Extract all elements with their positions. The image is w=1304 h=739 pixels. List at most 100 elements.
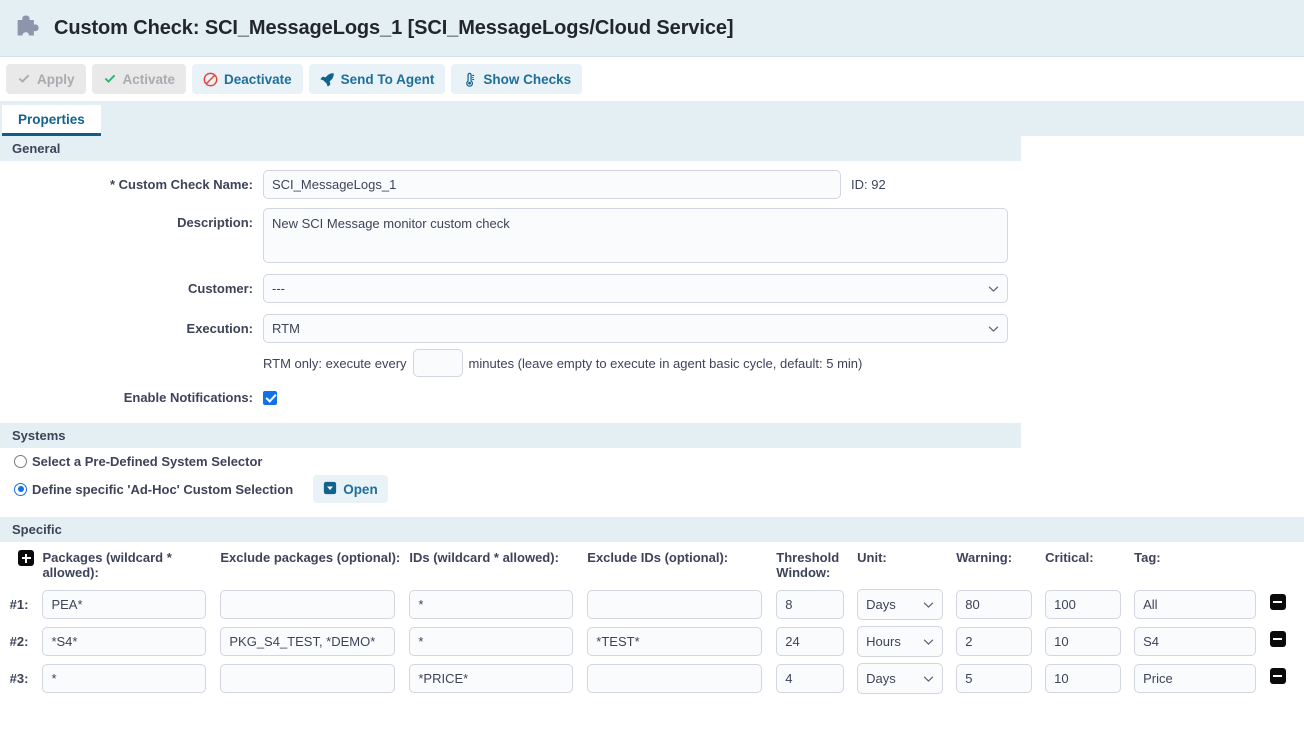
apply-button[interactable]: Apply (6, 64, 86, 94)
exclude-ids-input[interactable] (587, 627, 763, 656)
activate-button[interactable]: Activate (91, 64, 187, 94)
customer-label: Customer: (187, 281, 253, 296)
apply-button-label: Apply (37, 71, 75, 87)
exclude-ids-input[interactable] (587, 590, 763, 619)
show-checks-button-label: Show Checks (483, 71, 572, 87)
send-to-agent-button-label: Send To Agent (340, 71, 435, 87)
rocket-icon (320, 72, 335, 87)
unit-select[interactable]: Days (857, 663, 944, 694)
row-predefined-selector: Select a Pre-Defined System Selector (0, 448, 1304, 471)
activate-button-label: Activate (122, 71, 176, 87)
custom-check-name-label: * Custom Check Name: (109, 177, 253, 192)
execution-select-wrapper: RTM (263, 314, 1008, 343)
rtm-interval-row: RTM only: execute every minutes (leave e… (263, 343, 1008, 377)
column-header-remove (1270, 542, 1304, 586)
column-header-ids: IDs (wildcard * allowed): (409, 550, 559, 565)
content-area: General * Custom Check Name: ID: 92 Desc… (0, 136, 1304, 697)
tag-input[interactable] (1134, 590, 1257, 619)
exclude-packages-input[interactable] (220, 627, 396, 656)
section-header-specific: Specific (0, 517, 1304, 542)
ids-input[interactable] (409, 627, 574, 656)
unit-select-wrapper: Days (857, 589, 944, 620)
execution-label: Execution: (186, 321, 253, 336)
show-checks-button[interactable]: Show Checks (451, 64, 583, 94)
packages-input[interactable] (42, 627, 207, 656)
critical-input[interactable] (1045, 590, 1122, 619)
predefined-selector-label[interactable]: Select a Pre-Defined System Selector (32, 454, 263, 469)
ids-input[interactable] (409, 664, 574, 693)
send-to-agent-button[interactable]: Send To Agent (308, 64, 446, 94)
exclude-ids-input[interactable] (587, 664, 763, 693)
open-selection-button-label: Open (343, 481, 378, 497)
table-row: #2: Hours (0, 623, 1304, 660)
custom-check-name-input[interactable] (263, 170, 841, 199)
page-title: Custom Check: SCI_MessageLogs_1 [SCI_Mes… (54, 16, 734, 39)
remove-row-button[interactable] (1269, 594, 1286, 610)
row-custom-check-name: * Custom Check Name: ID: 92 (0, 161, 1304, 203)
deactivate-button[interactable]: Deactivate (192, 64, 303, 94)
exclude-packages-input[interactable] (220, 664, 396, 693)
page-header: Custom Check: SCI_MessageLogs_1 [SCI_Mes… (0, 0, 1304, 57)
column-header-critical: Critical: (1045, 550, 1094, 565)
tab-properties-label: Properties (18, 111, 85, 127)
minus-square-icon (1270, 631, 1286, 647)
specific-table: Packages (wildcard * allowed): Exclude p… (0, 542, 1304, 697)
add-row-button[interactable] (18, 550, 34, 566)
packages-input[interactable] (42, 590, 207, 619)
unit-select[interactable]: Hours (857, 626, 944, 657)
remove-row-button[interactable] (1269, 631, 1286, 647)
enable-notifications-checkbox[interactable] (263, 390, 277, 405)
table-row: #3: Days (0, 660, 1304, 697)
customer-select-wrapper: --- (263, 274, 1008, 303)
unit-select[interactable]: Days (857, 589, 944, 620)
toolbar: Apply Activate Deactivate Send To Agent (0, 57, 1304, 101)
execution-select[interactable]: RTM (263, 314, 1008, 343)
column-header-tag: Tag: (1134, 550, 1161, 565)
description-label: Description: (177, 215, 253, 230)
column-header-exclude-packages: Exclude packages (optional): (220, 550, 401, 565)
row-adhoc-selection: Define specific 'Ad-Hoc' Custom Selectio… (0, 471, 1304, 505)
packages-input[interactable] (42, 664, 207, 693)
row-index-label: #1: (9, 597, 29, 612)
critical-input[interactable] (1045, 627, 1122, 656)
row-execution: Execution: RTM RTM only: execute every m… (0, 307, 1304, 381)
description-textarea[interactable]: New SCI Message monitor custom check (263, 208, 1008, 263)
predefined-selector-radio[interactable] (14, 455, 27, 468)
column-header-threshold-window: Threshold Window: (776, 550, 840, 580)
row-index-label: #2: (9, 634, 29, 649)
enable-notifications-label: Enable Notifications: (123, 390, 253, 405)
warning-input[interactable] (956, 590, 1033, 619)
tag-input[interactable] (1134, 627, 1257, 656)
tab-properties[interactable]: Properties (2, 105, 101, 136)
table-header-row: Packages (wildcard * allowed): Exclude p… (0, 542, 1304, 586)
adhoc-selection-radio[interactable] (14, 482, 27, 496)
rtm-minutes-input[interactable] (412, 349, 463, 377)
deactivate-button-label: Deactivate (224, 71, 292, 87)
exclude-packages-input[interactable] (220, 590, 396, 619)
puzzle-piece-icon (12, 11, 46, 45)
unit-select-wrapper: Hours (857, 626, 944, 657)
section-header-general: General (0, 136, 1021, 161)
ids-input[interactable] (409, 590, 574, 619)
warning-input[interactable] (956, 664, 1033, 693)
remove-row-button[interactable] (1269, 668, 1286, 684)
column-header-unit: Unit: (857, 550, 887, 565)
thermometer-icon (462, 72, 477, 87)
open-selection-button[interactable]: Open (313, 475, 388, 503)
column-header-packages: Packages (wildcard * allowed): (42, 550, 172, 580)
plus-square-icon (18, 550, 34, 566)
adhoc-selection-label[interactable]: Define specific 'Ad-Hoc' Custom Selectio… (32, 482, 293, 497)
row-enable-notifications: Enable Notifications: (0, 381, 1304, 409)
dropdown-box-icon (323, 481, 337, 498)
threshold-window-input[interactable] (776, 627, 845, 656)
column-header-exclude-ids: Exclude IDs (optional): (587, 550, 729, 565)
customer-select[interactable]: --- (263, 274, 1008, 303)
threshold-window-input[interactable] (776, 590, 845, 619)
tag-input[interactable] (1134, 664, 1257, 693)
minus-square-icon (1270, 594, 1286, 610)
critical-input[interactable] (1045, 664, 1122, 693)
threshold-window-input[interactable] (776, 664, 845, 693)
rtm-suffix-label: minutes (leave empty to execute in agent… (468, 355, 863, 371)
tab-strip: Properties (0, 101, 1304, 136)
warning-input[interactable] (956, 627, 1033, 656)
